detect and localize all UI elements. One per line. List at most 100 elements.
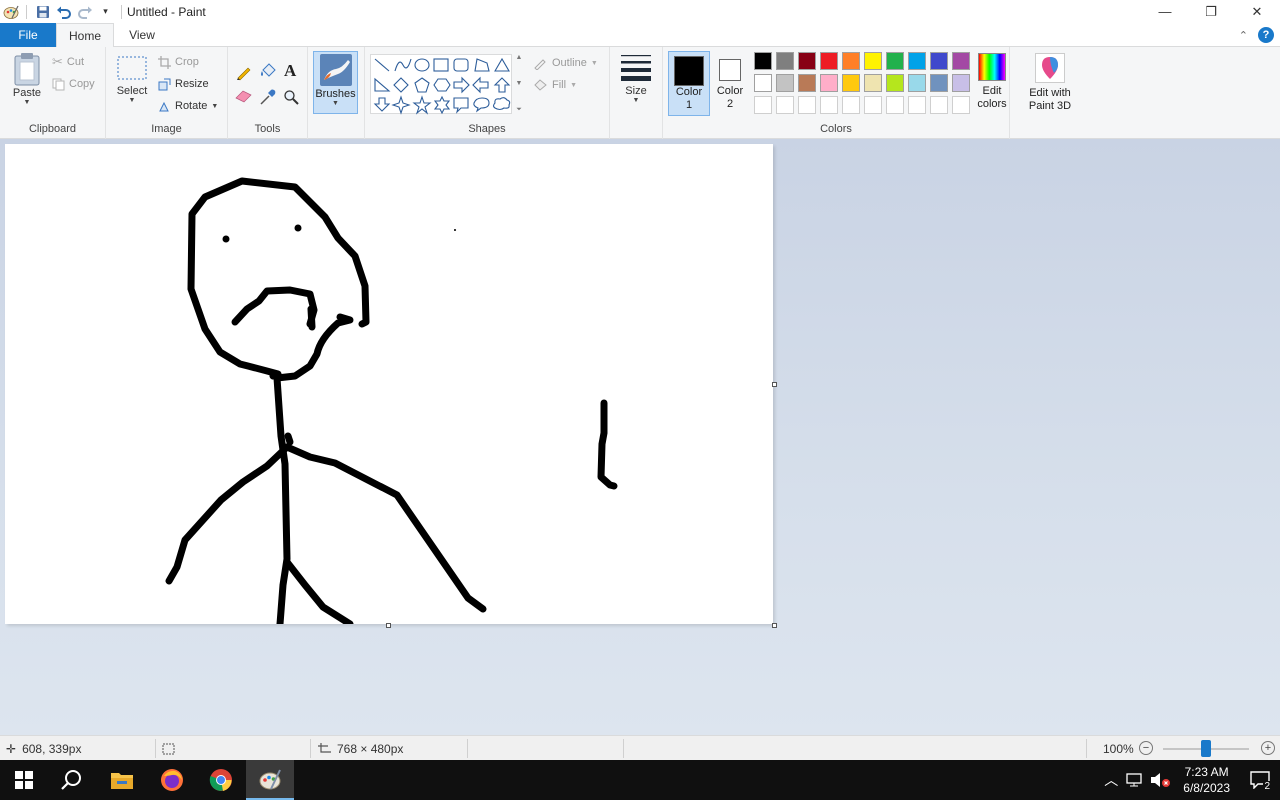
oval-callout-shape-icon[interactable] (473, 97, 490, 113)
zoom-out-button[interactable]: − (1139, 741, 1153, 755)
edit-with-paint3d-button[interactable]: Edit with Paint 3D (1020, 53, 1080, 117)
zoom-in-button[interactable]: + (1261, 741, 1275, 755)
five-point-star-shape-icon[interactable] (412, 95, 432, 115)
palette-swatch[interactable] (886, 52, 904, 70)
palette-swatch[interactable] (864, 52, 882, 70)
canvas-resize-handle-bottom[interactable] (386, 623, 391, 628)
eraser-icon[interactable] (235, 89, 253, 103)
close-button[interactable]: ✕ (1234, 0, 1280, 23)
rectangular-callout-shape-icon[interactable] (453, 97, 469, 114)
palette-swatch[interactable] (798, 74, 816, 92)
action-center-button[interactable]: 2 (1240, 760, 1280, 800)
outline-button[interactable]: Outline ▼ (533, 53, 598, 73)
pentagon-shape-icon[interactable] (414, 77, 430, 93)
palette-swatch[interactable] (798, 52, 816, 70)
minimize-button[interactable]: — (1142, 0, 1188, 23)
resize-button[interactable]: Resize (158, 74, 209, 94)
rounded-rectangle-shape-icon[interactable] (453, 58, 469, 72)
paste-button[interactable]: Paste ▼ (8, 51, 46, 106)
shapes-scroll-up-icon[interactable]: ▲ (516, 54, 523, 61)
shapes-gallery-expand-icon[interactable]: ⏷ (516, 106, 522, 114)
six-point-star-shape-icon[interactable] (433, 95, 451, 115)
drawing-canvas[interactable] (5, 144, 773, 624)
custom-color-slot[interactable] (798, 96, 816, 114)
file-explorer-button[interactable] (98, 760, 146, 800)
size-button[interactable]: Size ▼ (616, 51, 656, 104)
cloud-callout-shape-icon[interactable] (492, 97, 511, 111)
custom-color-slot[interactable] (776, 96, 794, 114)
canvas-resize-handle-right[interactable] (772, 382, 777, 387)
diamond-shape-icon[interactable] (393, 77, 409, 93)
collapse-ribbon-chevron-up-icon[interactable]: ⌃ (1239, 29, 1248, 42)
palette-swatch[interactable] (820, 74, 838, 92)
copy-button[interactable]: Copy (52, 74, 95, 94)
text-tool-icon[interactable]: A (284, 61, 296, 81)
customize-toolbar-chevron-icon[interactable]: ▾ (95, 0, 116, 23)
brushes-button[interactable]: Brushes ▼ (313, 51, 358, 114)
palette-swatch[interactable] (842, 52, 860, 70)
color2-button[interactable]: Color 2 (712, 51, 748, 116)
clock[interactable]: 7:23 AM 6/8/2023 (1183, 764, 1230, 796)
fill-button[interactable]: Fill ▼ (533, 75, 577, 95)
palette-swatch[interactable] (886, 74, 904, 92)
triangle-shape-icon[interactable] (494, 57, 510, 72)
left-arrow-shape-icon[interactable] (472, 76, 489, 94)
undo-icon[interactable] (53, 0, 74, 23)
zoom-slider-thumb[interactable] (1201, 740, 1211, 757)
search-button[interactable] (48, 760, 96, 800)
custom-color-slot[interactable] (864, 96, 882, 114)
hexagon-shape-icon[interactable] (433, 78, 451, 92)
tab-home[interactable]: Home (56, 23, 114, 48)
palette-swatch[interactable] (776, 74, 794, 92)
right-triangle-shape-icon[interactable] (374, 77, 391, 92)
redo-icon[interactable] (74, 0, 95, 23)
help-icon[interactable]: ? (1258, 27, 1274, 43)
paint-taskbar-button[interactable] (246, 760, 294, 800)
crop-button[interactable]: Crop (158, 52, 199, 72)
custom-color-slot[interactable] (754, 96, 772, 114)
custom-color-slot[interactable] (930, 96, 948, 114)
shapes-scroll-down-icon[interactable]: ▼ (516, 80, 523, 87)
palette-swatch[interactable] (930, 74, 948, 92)
paint-app-icon[interactable] (0, 0, 21, 23)
palette-swatch[interactable] (754, 74, 772, 92)
line-shape-icon[interactable] (374, 58, 390, 72)
volume-muted-icon[interactable] (1149, 772, 1171, 788)
oval-shape-icon[interactable] (414, 58, 430, 72)
palette-swatch[interactable] (820, 52, 838, 70)
rotate-button[interactable]: Rotate ▼ (158, 96, 218, 116)
network-icon[interactable] (1125, 772, 1145, 788)
fill-bucket-icon[interactable] (259, 62, 277, 80)
magnifier-icon[interactable] (283, 89, 299, 105)
edit-colors-button[interactable]: Edit colors (974, 53, 1010, 117)
palette-swatch[interactable] (908, 74, 926, 92)
four-point-star-shape-icon[interactable] (391, 95, 411, 115)
palette-swatch[interactable] (842, 74, 860, 92)
pencil-icon[interactable] (235, 63, 253, 81)
palette-swatch[interactable] (930, 52, 948, 70)
polygon-shape-icon[interactable] (474, 58, 490, 72)
up-arrow-shape-icon[interactable] (493, 77, 511, 93)
tab-view[interactable]: View (114, 23, 170, 47)
custom-color-slot[interactable] (886, 96, 904, 114)
show-hidden-icons-chevron-up-icon[interactable]: ︿ (1099, 770, 1123, 790)
cut-button[interactable]: ✂ Cut (52, 52, 84, 72)
custom-color-slot[interactable] (842, 96, 860, 114)
color-picker-icon[interactable] (259, 88, 277, 106)
custom-color-slot[interactable] (952, 96, 970, 114)
curve-shape-icon[interactable] (394, 58, 412, 72)
down-arrow-shape-icon[interactable] (373, 97, 391, 112)
rectangle-shape-icon[interactable] (433, 58, 449, 72)
right-arrow-shape-icon[interactable] (453, 76, 470, 94)
palette-swatch[interactable] (952, 52, 970, 70)
canvas-resize-handle-corner[interactable] (772, 623, 777, 628)
palette-swatch[interactable] (864, 74, 882, 92)
select-button[interactable]: Select ▼ (114, 51, 150, 104)
firefox-button[interactable] (148, 760, 196, 800)
palette-swatch[interactable] (908, 52, 926, 70)
chrome-button[interactable] (197, 760, 245, 800)
custom-color-slot[interactable] (820, 96, 838, 114)
restore-button[interactable]: ❐ (1188, 0, 1234, 23)
save-icon[interactable] (32, 0, 53, 23)
palette-swatch[interactable] (952, 74, 970, 92)
